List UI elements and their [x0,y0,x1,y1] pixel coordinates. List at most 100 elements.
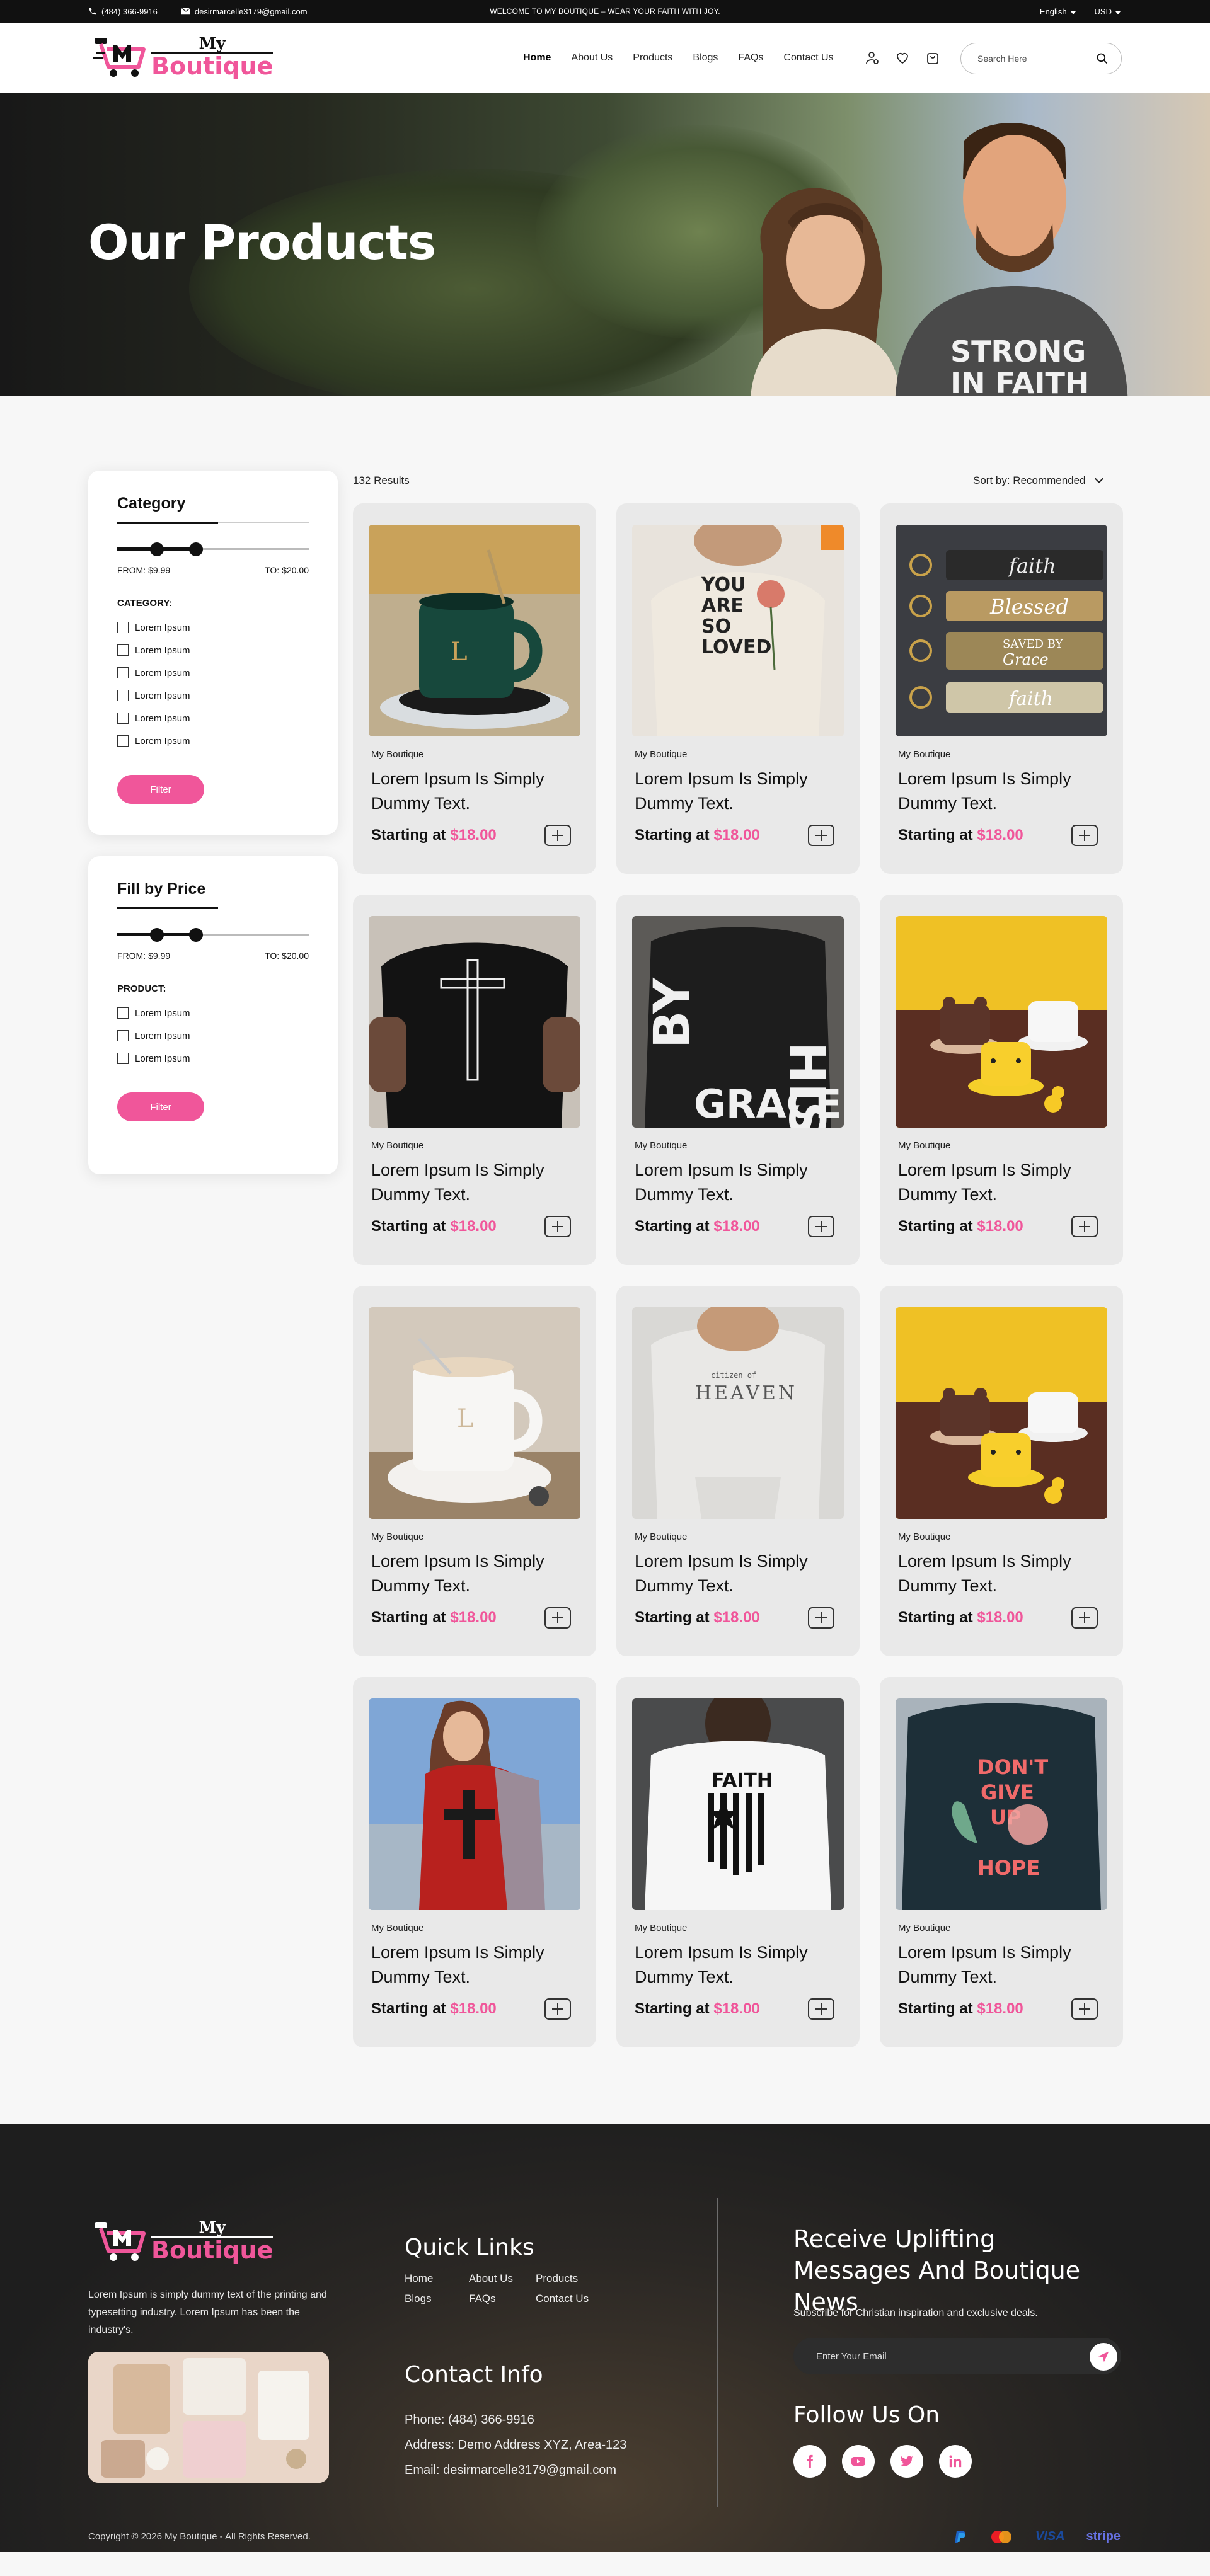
filter-button[interactable]: Filter [117,1092,204,1121]
checkbox[interactable] [117,690,129,701]
product-card[interactable]: L My Boutique Lorem Ipsum Is Simply Dummy … [353,1286,596,1656]
product-card[interactable]: My Boutique Lorem Ipsum Is Simply Dummy T… [353,895,596,1265]
product-name[interactable]: Lorem Ipsum Is Simply Dummy Text. [898,1940,1106,1989]
product-image[interactable]: YOU ARE SO LOVED [632,525,844,736]
checkbox[interactable] [117,1007,129,1019]
product-image[interactable]: faith Blessed SAVED BY Grace faith [896,525,1107,736]
product-name[interactable]: Lorem Ipsum Is Simply Dummy Text. [371,767,579,816]
product-image[interactable]: DON'T GIVE UP HOPE [896,1698,1107,1910]
product-image[interactable]: L [369,1307,580,1519]
search-input[interactable]: Search Here [977,54,1027,64]
shopping-bag-icon[interactable] [925,50,940,66]
add-to-cart-button[interactable] [544,1607,571,1629]
add-to-cart-button[interactable] [1071,825,1098,846]
category-option[interactable]: Lorem Ipsum [117,661,309,684]
product-image[interactable]: citizen of HEAVEN [632,1307,844,1519]
product-image[interactable]: L [369,525,580,736]
nav-faqs[interactable]: FAQs [738,52,763,64]
product-image[interactable] [369,1698,580,1910]
product-card[interactable]: My Boutique Lorem Ipsum Is Simply Dummy T… [880,895,1123,1265]
price-range-slider[interactable] [117,927,309,942]
site-logo[interactable]: My Boutique [92,34,274,79]
range-max-handle[interactable] [189,542,203,556]
currency-select[interactable]: USD [1095,7,1121,16]
add-to-cart-button[interactable] [1071,1998,1098,2020]
product-card[interactable]: My Boutique Lorem Ipsum Is Simply Dummy T… [880,1286,1123,1656]
add-to-cart-button[interactable] [544,825,571,846]
checkbox[interactable] [117,667,129,678]
product-name[interactable]: Lorem Ipsum Is Simply Dummy Text. [371,1940,579,1989]
newsletter-email-field[interactable]: Enter Your Email [793,2338,1121,2374]
add-to-cart-button[interactable] [1071,1216,1098,1237]
product-name[interactable]: Lorem Ipsum Is Simply Dummy Text. [898,1158,1106,1207]
product-card[interactable]: L My Boutique Lorem Ipsum Is Simply Dummy … [353,503,596,874]
nav-about[interactable]: About Us [571,52,613,64]
account-icon[interactable] [865,50,880,66]
product-card[interactable]: FAITH My Boutique Lorem Ipsum Is Simply Du… [616,1677,860,2047]
footer-link-blogs[interactable]: Blogs [405,2293,469,2305]
footer-link-products[interactable]: Products [536,2272,599,2285]
product-card[interactable]: YOU ARE SO LOVED My Boutique Lorem Ipsum Is S… [616,503,860,874]
facebook-link[interactable] [793,2445,826,2478]
checkbox[interactable] [117,644,129,656]
range-max-handle[interactable] [189,928,203,942]
filter-button[interactable]: Filter [117,775,204,804]
range-min-handle[interactable] [150,542,164,556]
add-to-cart-button[interactable] [544,1998,571,2020]
product-name[interactable]: Lorem Ipsum Is Simply Dummy Text. [898,767,1106,816]
footer-link-contact[interactable]: Contact Us [536,2293,599,2305]
product-name[interactable]: Lorem Ipsum Is Simply Dummy Text. [635,767,843,816]
nav-contact[interactable]: Contact Us [783,52,833,64]
checkbox[interactable] [117,713,129,724]
search-box[interactable]: Search Here [960,43,1122,74]
footer-link-home[interactable]: Home [405,2272,469,2285]
contact-phone[interactable]: Phone: (484) 366-9916 [405,2407,626,2432]
category-option[interactable]: Lorem Ipsum [117,616,309,639]
range-min-handle[interactable] [150,928,164,942]
product-name[interactable]: Lorem Ipsum Is Simply Dummy Text. [635,1940,843,1989]
product-card[interactable]: BY HIS GRACE My Boutique Lorem Ipsum Is Simp… [616,895,860,1265]
add-to-cart-button[interactable] [808,1216,834,1237]
product-name[interactable]: Lorem Ipsum Is Simply Dummy Text. [635,1549,843,1598]
product-option[interactable]: Lorem Ipsum [117,1002,309,1024]
product-image[interactable] [896,1307,1107,1519]
language-select[interactable]: English [1040,7,1076,16]
product-image[interactable] [369,916,580,1128]
product-name[interactable]: Lorem Ipsum Is Simply Dummy Text. [371,1158,579,1207]
send-button[interactable] [1090,2343,1117,2371]
product-option[interactable]: Lorem Ipsum [117,1024,309,1047]
add-to-cart-button[interactable] [544,1216,571,1237]
category-option[interactable]: Lorem Ipsum [117,730,309,752]
email-input[interactable]: Enter Your Email [816,2351,887,2362]
price-range-slider[interactable] [117,541,309,556]
add-to-cart-button[interactable] [808,1607,834,1629]
product-image[interactable]: BY HIS GRACE [632,916,844,1128]
checkbox[interactable] [117,1053,129,1064]
category-option[interactable]: Lorem Ipsum [117,639,309,661]
category-option[interactable]: Lorem Ipsum [117,684,309,707]
product-name[interactable]: Lorem Ipsum Is Simply Dummy Text. [635,1158,843,1207]
add-to-cart-button[interactable] [808,825,834,846]
checkbox[interactable] [117,622,129,633]
product-card[interactable]: faith Blessed SAVED BY Grace faith My Boutiqu… [880,503,1123,874]
footer-link-about[interactable]: About Us [469,2272,536,2285]
add-to-cart-button[interactable] [1071,1607,1098,1629]
nav-home[interactable]: Home [523,52,551,64]
search-icon[interactable] [1096,52,1109,65]
linkedin-link[interactable] [939,2445,972,2478]
footer-logo[interactable]: My Boutique [92,2218,274,2264]
product-image[interactable]: FAITH [632,1698,844,1910]
youtube-link[interactable] [842,2445,875,2478]
product-name[interactable]: Lorem Ipsum Is Simply Dummy Text. [898,1549,1106,1598]
product-image[interactable] [896,916,1107,1128]
product-card[interactable]: My Boutique Lorem Ipsum Is Simply Dummy T… [353,1677,596,2047]
product-card[interactable]: citizen of HEAVEN My Boutique Lorem Ipsum I… [616,1286,860,1656]
add-to-cart-button[interactable] [808,1998,834,2020]
twitter-link[interactable] [890,2445,923,2478]
nav-blogs[interactable]: Blogs [693,52,718,64]
checkbox[interactable] [117,735,129,747]
sort-dropdown[interactable]: Sort by: Recommended [973,474,1103,487]
wishlist-heart-icon[interactable] [895,50,910,66]
product-card[interactable]: DON'T GIVE UP HOPE My Boutique Lorem Ipsum Is… [880,1677,1123,2047]
product-name[interactable]: Lorem Ipsum Is Simply Dummy Text. [371,1549,579,1598]
